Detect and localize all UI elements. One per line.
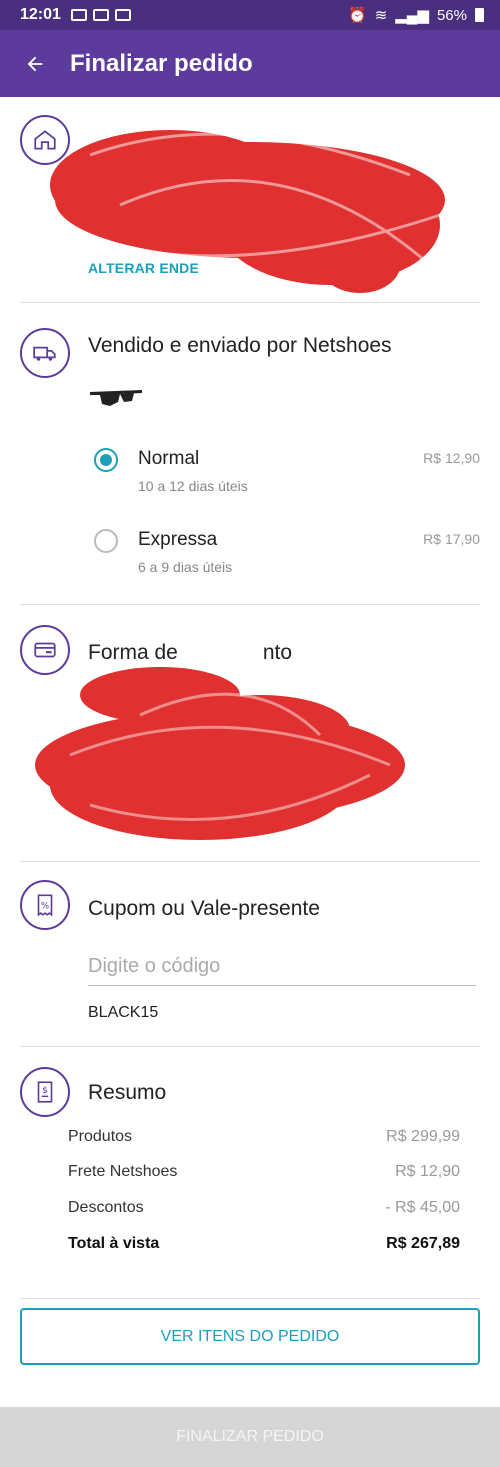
status-right: ⏰ ≋ ▂▄▆ 56% <box>348 6 484 24</box>
wifi-icon: ≋ <box>374 7 388 24</box>
summary-row-products: Produtos R$ 299,99 <box>68 1128 460 1146</box>
payment-title-start: Forma de <box>88 641 178 664</box>
summary-value: R$ 299,99 <box>386 1128 460 1145</box>
divider <box>20 604 480 605</box>
status-bar: 12:01 ⏰ ≋ ▂▄▆ 56% <box>0 0 500 30</box>
payment-title-end: nto <box>262 641 293 664</box>
change-address-link[interactable]: ALTERAR ENDE <box>88 260 199 276</box>
option-desc: 6 a 9 dias úteis <box>138 559 233 575</box>
shipping-section: Vendido e enviado por Netshoes Normal 10… <box>20 328 480 588</box>
option-price: R$ 12,90 <box>423 450 480 466</box>
svg-text:$: $ <box>42 1086 48 1096</box>
seller-title: Vendido e enviado por Netshoes <box>88 334 392 357</box>
summary-label: Descontos <box>68 1199 144 1216</box>
notification-icons <box>70 9 131 21</box>
payment-title: Forma de nto <box>88 641 292 665</box>
summary-row-discounts: Descontos - R$ 45,00 <box>68 1199 460 1217</box>
option-name: Expressa <box>138 529 218 550</box>
app-bar: Finalizar pedido <box>0 30 500 97</box>
home-icon <box>20 115 70 165</box>
summary-row-total: Total à vista R$ 267,89 <box>68 1235 460 1253</box>
shipping-option-expressa[interactable]: Expressa 6 a 9 dias úteis R$ 17,90 <box>94 529 480 589</box>
redaction-scribble <box>35 667 405 840</box>
divider <box>20 302 480 303</box>
divider <box>20 861 480 862</box>
truck-icon <box>20 328 70 378</box>
summary-label: Produtos <box>68 1128 133 1145</box>
image-icon <box>114 9 131 21</box>
total-label: Total à vista <box>68 1235 160 1252</box>
finalize-order-button[interactable]: FINALIZAR PEDIDO <box>0 1407 500 1467</box>
radio-normal[interactable] <box>94 448 118 472</box>
shipping-option-normal[interactable]: Normal 10 a 12 dias úteis R$ 12,90 <box>94 448 480 508</box>
credit-card-icon <box>20 625 70 675</box>
view-order-items-button[interactable]: VER ITENS DO PEDIDO <box>20 1308 480 1365</box>
option-desc: 10 a 12 dias úteis <box>138 478 248 494</box>
notification-icon <box>70 9 87 21</box>
divider <box>20 1298 480 1299</box>
coupon-code-input[interactable] <box>88 948 476 986</box>
summary-row-shipping: Frete Netshoes R$ 12,90 <box>68 1163 460 1181</box>
battery-icon <box>475 8 484 22</box>
arrow-left-icon[interactable] <box>0 30 70 97</box>
svg-text:%: % <box>41 901 49 911</box>
coupon-section: % Cupom ou Vale-presente BLACK15 <box>20 880 480 1030</box>
receipt-icon: $ <box>20 1067 70 1117</box>
payment-section: Forma de nto <box>20 625 480 845</box>
divider <box>20 1046 480 1047</box>
summary-title: Resumo <box>88 1081 167 1104</box>
alarm-icon: ⏰ <box>348 7 367 24</box>
battery-percent: 56% <box>436 6 467 24</box>
total-value: R$ 267,89 <box>386 1235 460 1252</box>
sunglasses-icon <box>88 388 144 417</box>
summary-value: R$ 12,90 <box>395 1163 460 1180</box>
option-price: R$ 17,90 <box>423 531 480 547</box>
page-title: Finalizar pedido <box>70 49 253 77</box>
option-name: Normal <box>138 448 200 469</box>
signal-icon: ▂▄▆ <box>395 7 429 24</box>
coupon-title: Cupom ou Vale-presente <box>88 897 320 920</box>
address-text: F A F <box>88 153 101 216</box>
status-time: 12:01 <box>20 6 61 23</box>
notification-icon <box>92 9 109 21</box>
coupon-icon: % <box>20 880 70 930</box>
summary-label: Frete Netshoes <box>68 1163 178 1180</box>
applied-coupon-code: BLACK15 <box>88 1004 159 1021</box>
address-section: F A F ALTERAR ENDE <box>20 115 480 305</box>
radio-expressa[interactable] <box>94 529 118 553</box>
summary-value: - R$ 45,00 <box>385 1199 460 1216</box>
